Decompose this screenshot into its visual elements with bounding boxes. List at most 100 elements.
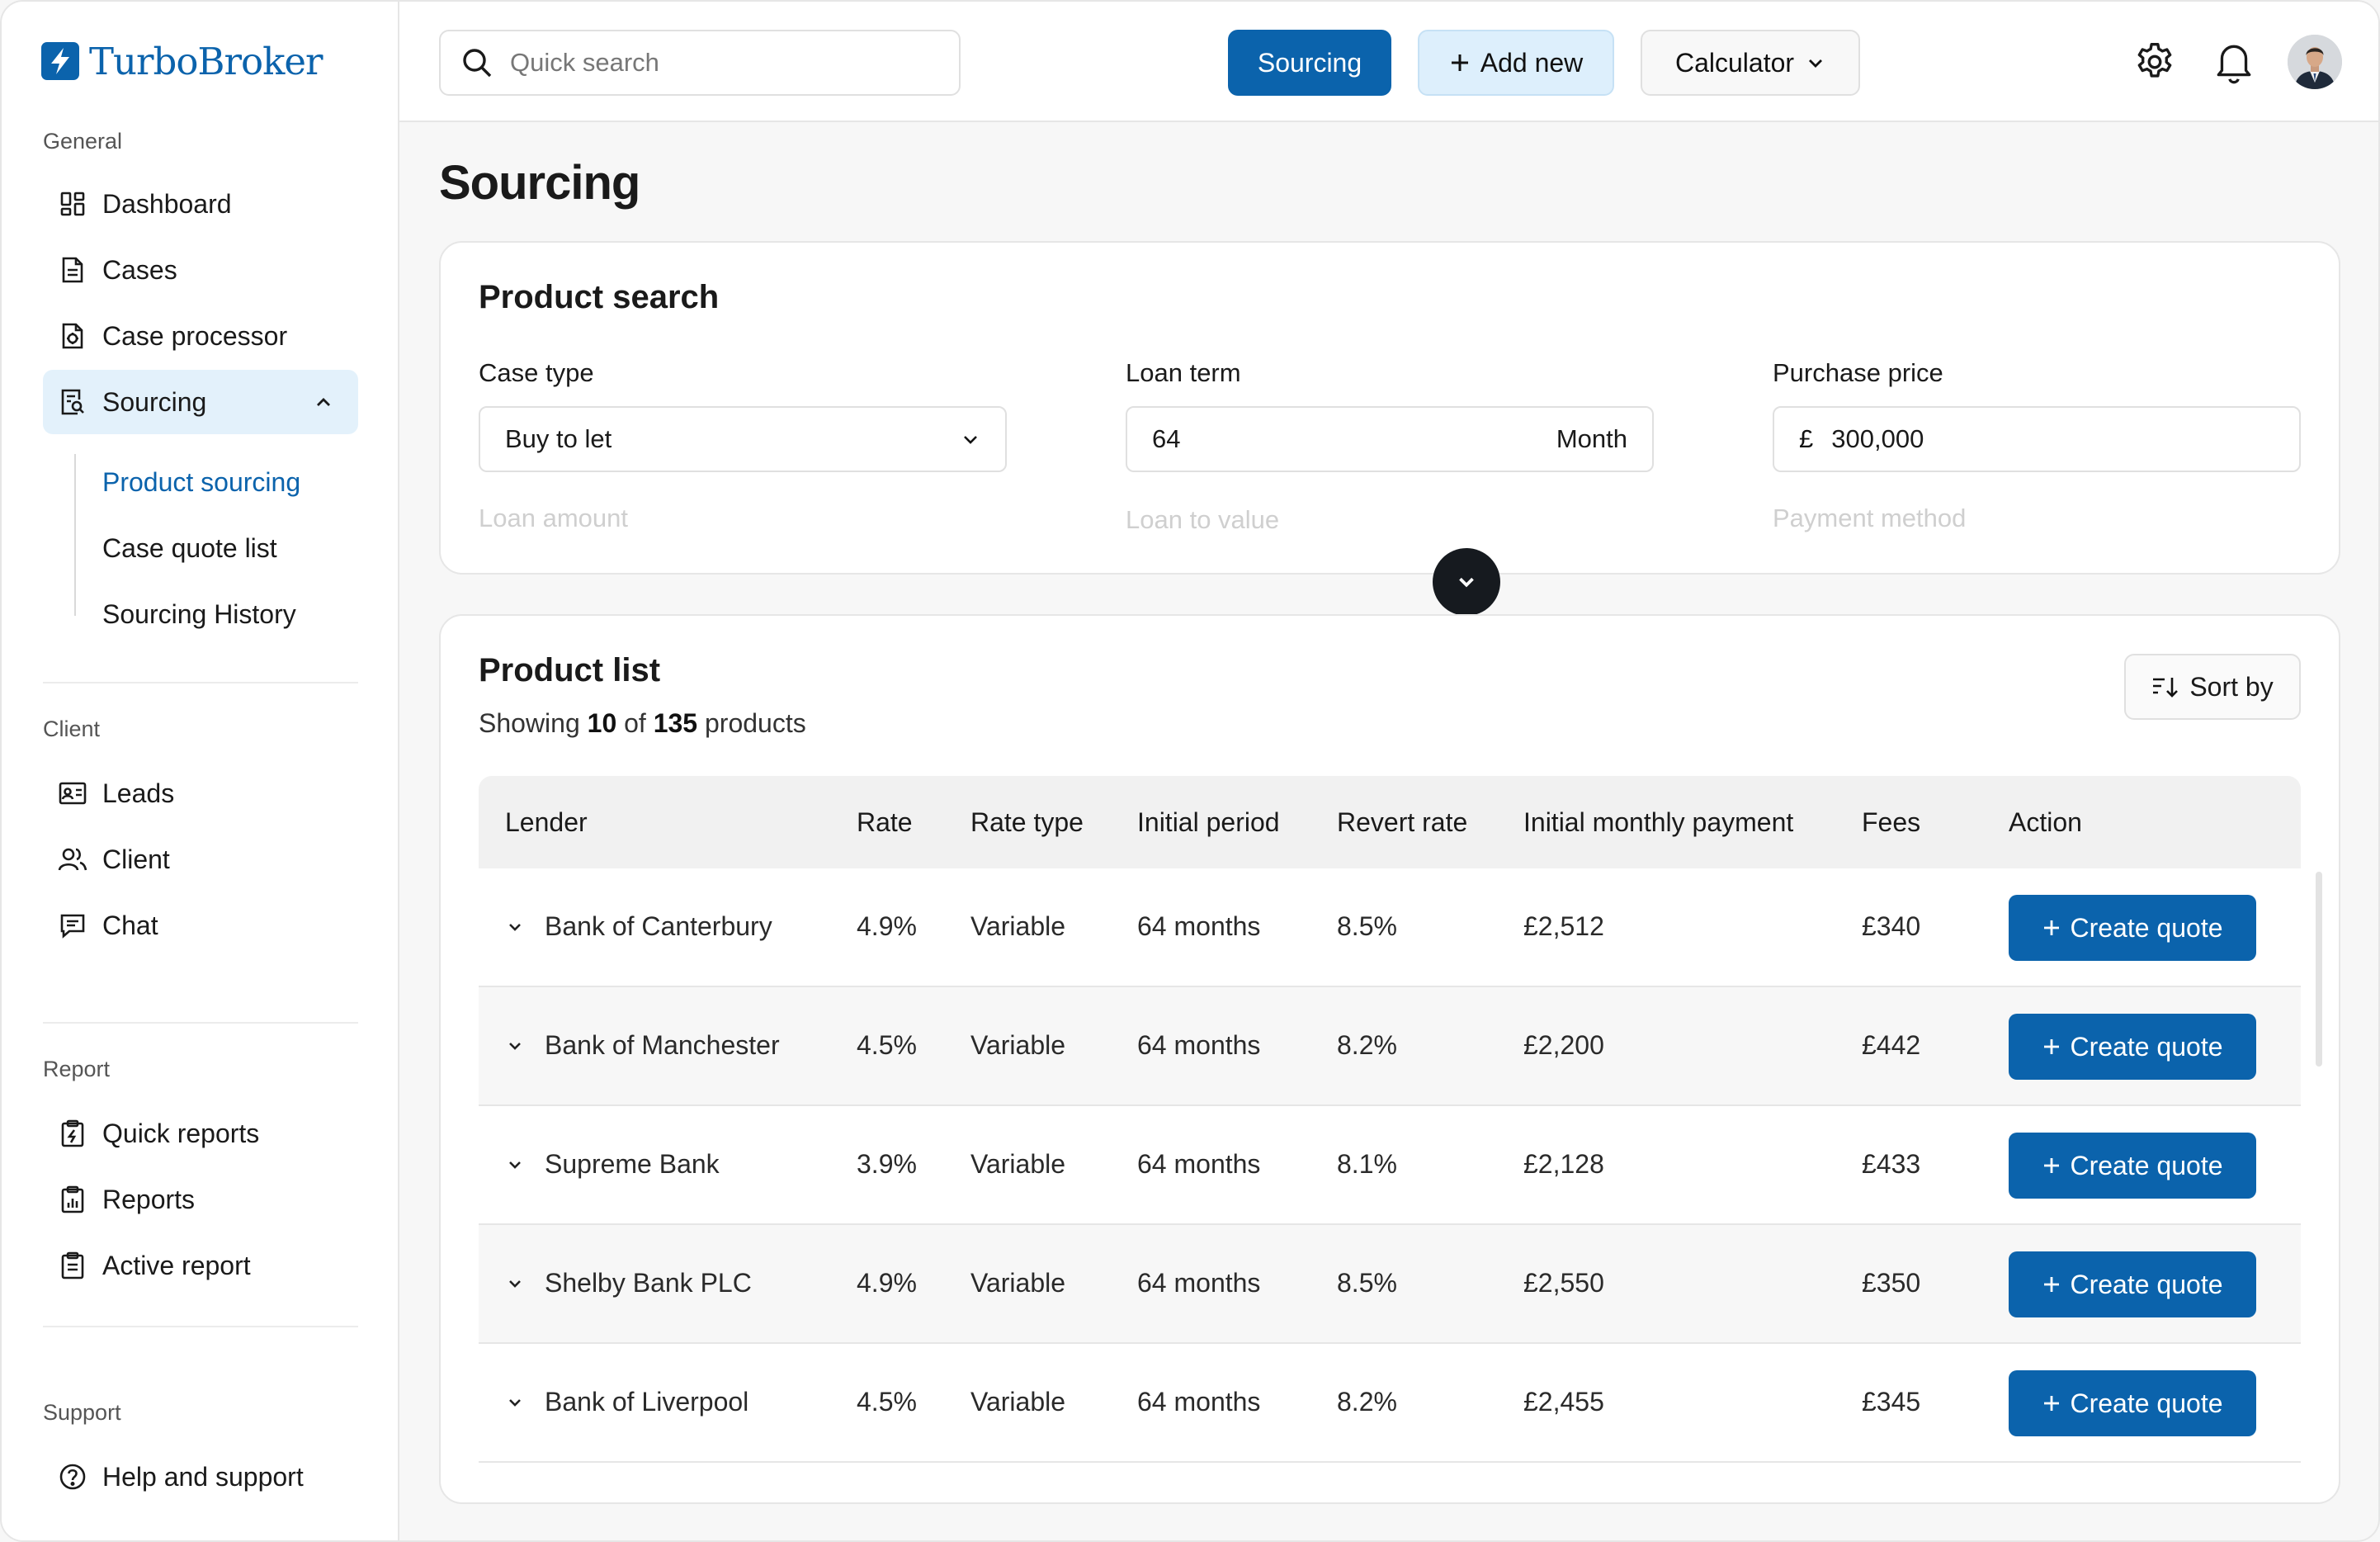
- help-icon: [58, 1462, 87, 1492]
- table-scrollbar[interactable]: [2316, 872, 2322, 1067]
- plus-icon: [2042, 1037, 2061, 1057]
- lightning-logo-icon: [41, 42, 79, 80]
- revert-rate-cell: 8.2%: [1337, 1387, 1397, 1417]
- report-chart-icon: [58, 1185, 87, 1214]
- sidebar-item-sourcing[interactable]: Sourcing: [43, 370, 358, 434]
- rate-type-cell: Variable: [970, 911, 1066, 941]
- quick-search[interactable]: [439, 30, 961, 96]
- sidebar-subitem-sourcing-history[interactable]: Sourcing History: [102, 599, 296, 630]
- initial-period-cell: 64 months: [1137, 1268, 1261, 1298]
- chevron-down-icon: [1454, 570, 1479, 594]
- product-count: Showing 10 of 135 products: [479, 708, 806, 738]
- calculator-label: Calculator: [1674, 47, 1795, 78]
- expand-search-button[interactable]: [1433, 548, 1500, 616]
- sidebar-item-client[interactable]: Client: [43, 827, 358, 892]
- expand-row-chevron-icon[interactable]: [505, 917, 525, 937]
- case-type-value: Buy to let: [505, 424, 612, 453]
- fees-cell: £442: [1862, 1030, 1921, 1060]
- submenu-tree-line: [74, 454, 76, 616]
- settings-gear-icon[interactable]: [2129, 36, 2180, 88]
- revert-rate-cell: 8.1%: [1337, 1149, 1397, 1179]
- table-row: Shelby Bank PLC 4.9% Variable 64 months …: [479, 1225, 2301, 1344]
- user-avatar[interactable]: [2288, 35, 2342, 89]
- case-processor-icon: [58, 321, 87, 351]
- lender-cell: Shelby Bank PLC: [545, 1268, 752, 1298]
- clipboard-icon: [58, 1251, 87, 1280]
- add-new-button[interactable]: Add new: [1418, 30, 1614, 96]
- column-header-initial-monthly-payment[interactable]: Initial monthly payment: [1523, 807, 1793, 838]
- sidebar-item-label: Help and support: [102, 1461, 304, 1492]
- fees-cell: £340: [1862, 911, 1921, 941]
- purchase-price-input[interactable]: £ 300,000: [1773, 406, 2301, 472]
- expand-row-chevron-icon[interactable]: [505, 1274, 525, 1294]
- sidebar-item-help[interactable]: Help and support: [43, 1445, 358, 1509]
- rate-type-cell: Variable: [970, 1149, 1066, 1179]
- app-window: TurboBroker General Dashboard Cases Case…: [0, 0, 2380, 1542]
- column-header-initial-period[interactable]: Initial period: [1137, 807, 1280, 838]
- sidebar-item-label: Client: [102, 844, 170, 874]
- logo[interactable]: TurboBroker: [41, 38, 323, 84]
- chevron-up-icon[interactable]: [314, 392, 333, 412]
- quick-report-icon: [58, 1119, 87, 1148]
- document-icon: [58, 255, 87, 285]
- create-quote-button[interactable]: Create quote: [2009, 895, 2256, 961]
- sourcing-icon: [58, 387, 87, 417]
- column-header-rate[interactable]: Rate: [857, 807, 913, 838]
- sourcing-button[interactable]: Sourcing: [1228, 30, 1391, 96]
- expand-row-chevron-icon[interactable]: [505, 1155, 525, 1175]
- rate-type-cell: Variable: [970, 1387, 1066, 1417]
- sidebar-item-leads[interactable]: Leads: [43, 761, 358, 825]
- sidebar-item-cases[interactable]: Cases: [43, 238, 358, 302]
- users-icon: [58, 844, 87, 874]
- sidebar-subitem-case-quote-list[interactable]: Case quote list: [102, 533, 277, 564]
- create-quote-button[interactable]: Create quote: [2009, 1251, 2256, 1317]
- dashboard-icon: [58, 189, 87, 219]
- column-header-action: Action: [2009, 807, 2082, 837]
- brand-name: TurboBroker: [89, 39, 323, 83]
- column-header-rate-type[interactable]: Rate type: [970, 807, 1084, 838]
- sidebar-item-active-report[interactable]: Active report: [43, 1233, 358, 1298]
- product-search-title: Product search: [479, 279, 720, 315]
- monthly-payment-cell: £2,128: [1523, 1149, 1604, 1179]
- sidebar-divider: [43, 1326, 358, 1327]
- lender-cell: Bank of Liverpool: [545, 1387, 749, 1417]
- sidebar-item-label: Sourcing: [102, 386, 207, 417]
- sidebar-item-dashboard[interactable]: Dashboard: [43, 172, 358, 236]
- sidebar-item-label: Cases: [102, 254, 177, 285]
- sidebar-item-label: Leads: [102, 778, 175, 808]
- create-quote-button[interactable]: Create quote: [2009, 1133, 2256, 1199]
- expand-row-chevron-icon[interactable]: [505, 1036, 525, 1056]
- create-quote-button[interactable]: Create quote: [2009, 1370, 2256, 1436]
- expand-row-chevron-icon[interactable]: [505, 1393, 525, 1412]
- sidebar-item-quick-reports[interactable]: Quick reports: [43, 1101, 358, 1166]
- sidebar-item-label: Quick reports: [102, 1118, 260, 1148]
- sidebar-subitem-product-sourcing[interactable]: Product sourcing: [102, 467, 300, 498]
- sidebar-item-case-processor[interactable]: Case processor: [43, 304, 358, 368]
- column-header-fees[interactable]: Fees: [1862, 807, 1920, 838]
- currency-symbol: £: [1799, 424, 1814, 453]
- calculator-dropdown[interactable]: Calculator: [1641, 30, 1860, 96]
- create-quote-label: Create quote: [2070, 1150, 2223, 1180]
- fees-cell: £350: [1862, 1268, 1921, 1298]
- sidebar-item-chat[interactable]: Chat: [43, 893, 358, 958]
- notification-bell-icon[interactable]: [2208, 36, 2260, 88]
- rate-cell: 4.5%: [857, 1387, 917, 1417]
- search-input[interactable]: [510, 48, 923, 78]
- plus-icon: [2042, 1156, 2061, 1175]
- product-list-title: Product list: [479, 652, 661, 688]
- sort-by-button[interactable]: Sort by: [2124, 654, 2301, 720]
- column-header-revert-rate[interactable]: Revert rate: [1337, 807, 1467, 838]
- chat-icon: [58, 911, 87, 940]
- loan-term-input[interactable]: 64 Month: [1126, 406, 1654, 472]
- lender-cell: Supreme Bank: [545, 1149, 720, 1179]
- create-quote-button[interactable]: Create quote: [2009, 1014, 2256, 1080]
- case-type-select[interactable]: Buy to let: [479, 406, 1007, 472]
- loan-term-unit: Month: [1556, 424, 1627, 453]
- sidebar-item-label: Case processor: [102, 320, 288, 351]
- sidebar-item-reports[interactable]: Reports: [43, 1167, 358, 1232]
- purchase-price-value: 300,000: [1831, 424, 1924, 453]
- initial-period-cell: 64 months: [1137, 1030, 1261, 1060]
- column-header-lender[interactable]: Lender: [505, 807, 588, 838]
- sidebar: TurboBroker General Dashboard Cases Case…: [2, 2, 399, 1540]
- revert-rate-cell: 8.2%: [1337, 1030, 1397, 1060]
